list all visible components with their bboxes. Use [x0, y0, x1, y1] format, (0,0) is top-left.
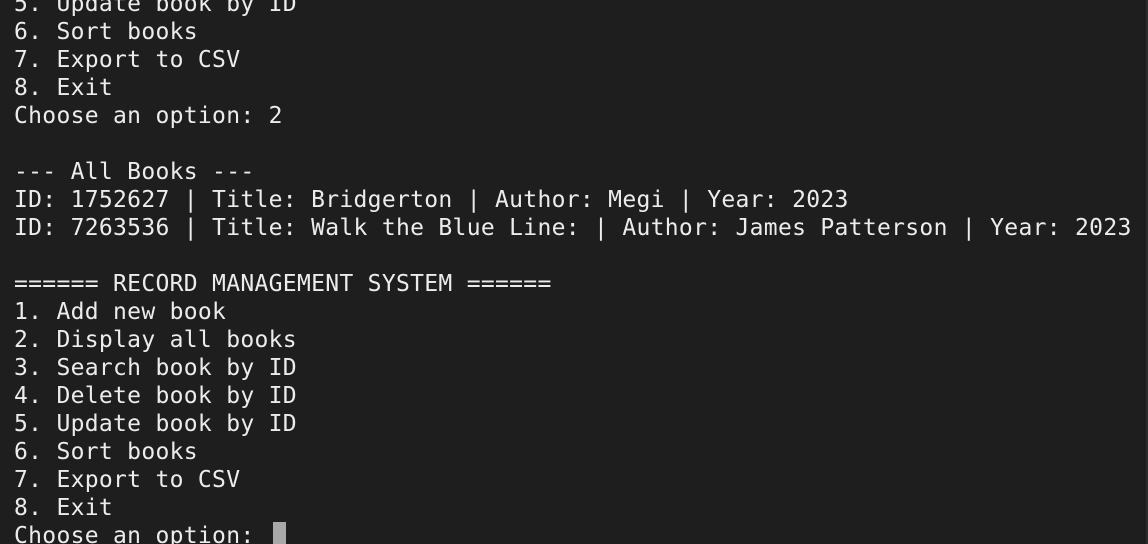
book-record-row: ID: 1752627 | Title: Bridgerton | Author… [14, 187, 849, 213]
all-books-heading: --- All Books --- [14, 159, 255, 185]
input-line[interactable]: Choose an option: [14, 522, 1148, 544]
menu-item-sort: 6. Sort books [14, 439, 198, 465]
menu-item-search: 3. Search book by ID [14, 355, 297, 381]
menu-item-update: 5. Update book by ID [14, 411, 297, 437]
terminal-output: 5. Update book by ID 6. Sort books 7. Ex… [14, 0, 1148, 544]
terminal-window[interactable]: 5. Update book by ID 6. Sort books 7. Ex… [0, 0, 1148, 544]
menu-title: ====== RECORD MANAGEMENT SYSTEM ====== [14, 271, 552, 297]
text-cursor [272, 522, 286, 544]
menu-item-add: 1. Add new book [14, 299, 227, 325]
menu-item-export: 7. Export to CSV [14, 47, 241, 73]
menu-item-sort: 6. Sort books [14, 19, 198, 45]
prompt-text: Choose an option: [14, 523, 269, 544]
menu-item-display: 2. Display all books [14, 327, 297, 353]
previous-prompt: Choose an option: 2 [14, 103, 283, 129]
menu-item-exit: 8. Exit [14, 75, 114, 101]
menu-item-update: 5. Update book by ID [14, 0, 297, 17]
menu-item-delete: 4. Delete book by ID [14, 383, 297, 409]
menu-item-exit: 8. Exit [14, 495, 114, 521]
book-record-row: ID: 7263536 | Title: Walk the Blue Line:… [14, 215, 1132, 241]
menu-item-export: 7. Export to CSV [14, 467, 241, 493]
